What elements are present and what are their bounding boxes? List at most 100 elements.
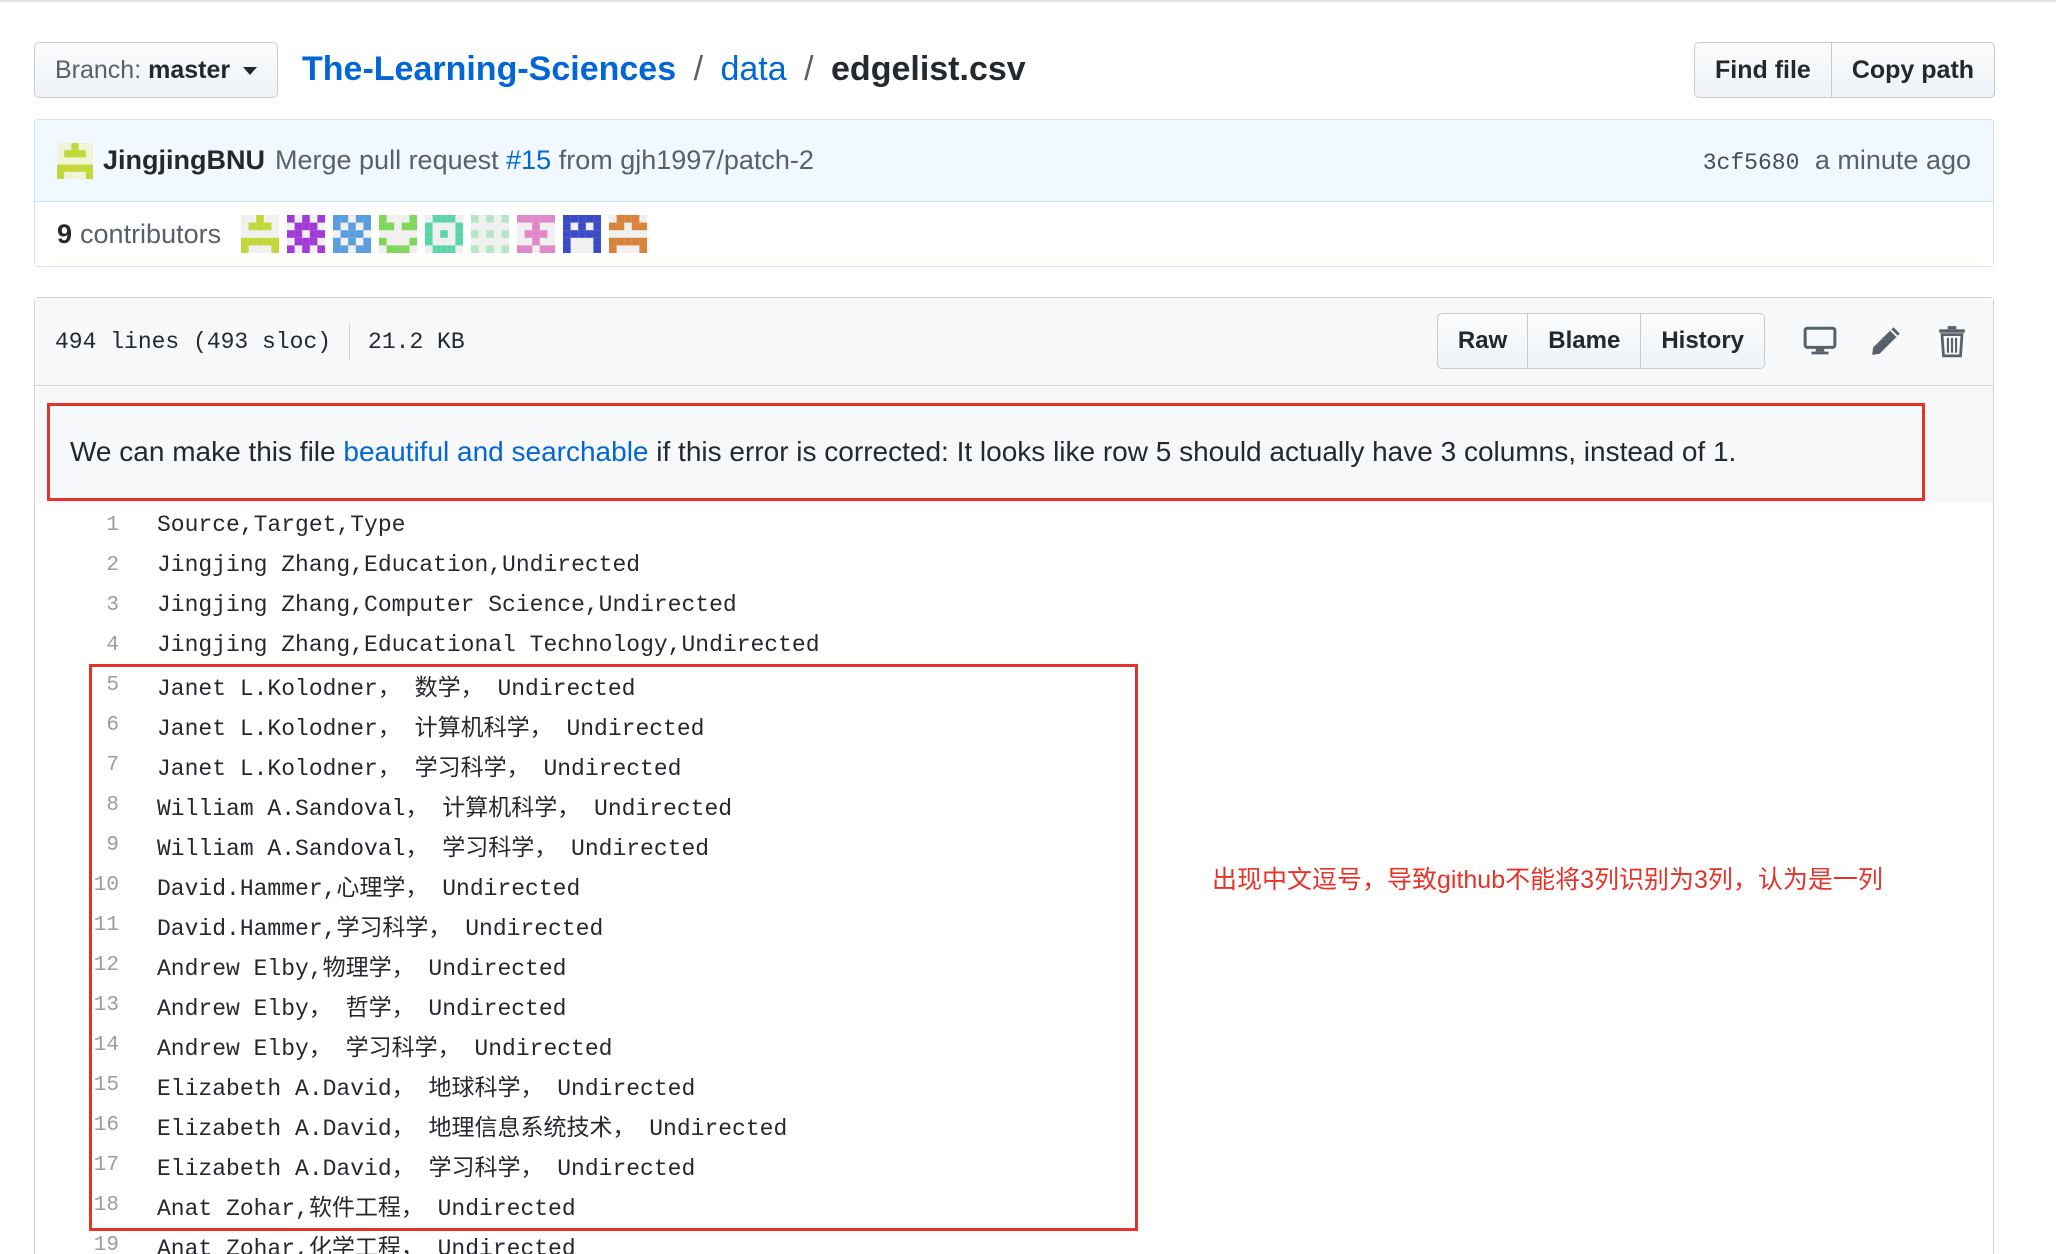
line-content: Elizabeth A.David， 学习科学， Undirected [157, 1156, 696, 1182]
code-line: 7 Janet L.Kolodner， 学习科学， Undirected [35, 745, 1993, 785]
line-number[interactable]: 3 [35, 594, 119, 617]
contributor-avatar-icon[interactable] [563, 215, 602, 253]
branch-name: master [148, 56, 231, 84]
line-number[interactable]: 17 [35, 1154, 119, 1177]
line-content: Elizabeth A.David， 地理信息系统技术， Undirected [157, 1116, 788, 1142]
error-suffix: if this error is corrected: It looks lik… [656, 436, 1737, 467]
line-content: Janet L.Kolodner， 学习科学， Undirected [157, 756, 682, 782]
line-content: Andrew Elby， 学习科学， Undirected [157, 1036, 613, 1062]
delete-file-button[interactable] [1919, 313, 1985, 369]
copy-path-button[interactable]: Copy path [1831, 42, 1996, 98]
contributors-label[interactable]: contributors [80, 219, 221, 250]
line-content: Janet L.Kolodner， 计算机科学， Undirected [157, 716, 705, 742]
contributor-avatar-icon[interactable] [517, 215, 556, 253]
top-border [0, 0, 2056, 2]
code-line: 15 Elizabeth A.David， 地球科学， Undirected [35, 1065, 1993, 1105]
line-number[interactable]: 7 [35, 754, 119, 777]
pencil-icon [1872, 327, 1900, 355]
line-number[interactable]: 15 [35, 1074, 119, 1097]
line-number[interactable]: 1 [35, 514, 119, 537]
contributor-avatar-icon[interactable] [425, 215, 464, 253]
line-content: Jingjing Zhang,Computer Science,Undirect… [157, 592, 737, 618]
breadcrumb-folder-link[interactable]: data [720, 50, 786, 88]
line-number[interactable]: 11 [35, 914, 119, 937]
code-line: 9 William A.Sandoval， 学习科学， Undirected [35, 825, 1993, 865]
line-number[interactable]: 19 [35, 1234, 119, 1254]
file-header: 494 lines (493 sloc) 21.2 KB Raw Blame Hi… [35, 298, 1993, 386]
line-content: Andrew Elby,物理学， Undirected [157, 956, 567, 982]
breadcrumb-separator: / [804, 50, 814, 88]
pull-request-link[interactable]: #15 [506, 145, 551, 175]
code-line: 5 Janet L.Kolodner， 数学， Undirected [35, 665, 1993, 705]
line-content: William A.Sandoval， 计算机科学， Undirected [157, 796, 733, 822]
find-file-button[interactable]: Find file [1694, 42, 1832, 98]
code-line: 13 Andrew Elby， 哲学， Undirected [35, 985, 1993, 1025]
file-actions: Raw Blame History [1436, 313, 1993, 369]
commit-time: a minute ago [1814, 145, 1971, 175]
blame-button[interactable]: Blame [1528, 313, 1642, 369]
code-line: 12 Andrew Elby,物理学， Undirected [35, 945, 1993, 985]
code-line: 16 Elizabeth A.David， 地理信息系统技术， Undirecte… [35, 1105, 1993, 1145]
edit-file-button[interactable] [1853, 313, 1919, 369]
line-content: Jingjing Zhang,Educational Technology,Un… [157, 632, 820, 658]
code-line: 1 Source,Target,Type [35, 505, 1993, 545]
line-number[interactable]: 9 [35, 834, 119, 857]
line-number[interactable]: 5 [35, 674, 119, 697]
desktop-icon [1803, 326, 1837, 355]
contributor-avatar-icon[interactable] [287, 215, 326, 253]
line-number[interactable]: 10 [35, 874, 119, 897]
line-number[interactable]: 2 [35, 554, 119, 577]
contributor-avatar-icon[interactable] [333, 215, 372, 253]
line-content: Andrew Elby， 哲学， Undirected [157, 996, 567, 1022]
caret-down-icon [243, 67, 258, 76]
raw-button[interactable]: Raw [1436, 313, 1529, 369]
contributor-avatar-icon[interactable] [471, 215, 510, 253]
contributor-avatar-icon[interactable] [379, 215, 418, 253]
commit-sha-link[interactable]: 3cf5680 [1703, 150, 1800, 176]
breadcrumb-repo-link[interactable]: The-Learning-Sciences [302, 50, 676, 88]
open-desktop-button[interactable] [1787, 313, 1853, 369]
code-line: 4 Jingjing Zhang,Educational Technology,U… [35, 625, 1993, 665]
line-number[interactable]: 4 [35, 634, 119, 657]
line-content: Anat Zohar,化学工程， Undirected [157, 1236, 576, 1254]
contributor-avatar-icon[interactable] [241, 215, 280, 253]
code-line: 6 Janet L.Kolodner， 计算机科学， Undirected [35, 705, 1993, 745]
code-line: 17 Elizabeth A.David， 学习科学， Undirected [35, 1145, 1993, 1185]
commit-message-suffix: from gjh1997/patch-2 [558, 145, 814, 175]
file-viewer: 494 lines (493 sloc) 21.2 KB Raw Blame Hi… [34, 297, 1994, 1254]
author-avatar-icon[interactable] [57, 142, 93, 179]
file-info: 494 lines (493 sloc) 21.2 KB [55, 298, 465, 386]
branch-label: Branch: [55, 56, 142, 84]
line-content: Source,Target,Type [157, 512, 406, 538]
line-number[interactable]: 18 [35, 1194, 119, 1217]
line-number[interactable]: 12 [35, 954, 119, 977]
file-size: 21.2 KB [368, 329, 465, 355]
code-line: 3 Jingjing Zhang,Computer Science,Undirec… [35, 585, 1993, 625]
commit-author-link[interactable]: JingjingBNU [103, 145, 265, 176]
trash-icon [1939, 326, 1965, 358]
history-button[interactable]: History [1641, 313, 1765, 369]
line-number[interactable]: 8 [35, 794, 119, 817]
csv-error-banner: We can make this file beautiful and sear… [35, 387, 1993, 503]
contributors-row: 9 contributors [35, 202, 1993, 266]
csv-error-message: We can make this file beautiful and sear… [47, 403, 1925, 501]
beautiful-searchable-link[interactable]: beautiful and searchable [343, 436, 648, 467]
file-nav-button-group: Find file Copy path [1694, 42, 1996, 98]
line-content: David.Hammer,心理学， Undirected [157, 876, 581, 902]
line-number[interactable]: 14 [35, 1034, 119, 1057]
line-content: William A.Sandoval， 学习科学， Undirected [157, 836, 710, 862]
commit-meta: 3cf5680 a minute ago [1703, 145, 1971, 176]
breadcrumb: The-Learning-Sciences / data / edgelist.… [302, 46, 1026, 92]
line-number[interactable]: 16 [35, 1114, 119, 1137]
code-line: 14 Andrew Elby， 学习科学， Undirected [35, 1025, 1993, 1065]
annotation-note: 出现中文逗号，导致github不能将3列识别为3列，认为是一列 [1212, 866, 1883, 894]
branch-selector-button[interactable]: Branch: master [34, 42, 278, 98]
line-number[interactable]: 13 [35, 994, 119, 1017]
line-content: Janet L.Kolodner， 数学， Undirected [157, 676, 636, 702]
line-content: David.Hammer,学习科学， Undirected [157, 916, 604, 942]
line-number[interactable]: 6 [35, 714, 119, 737]
commit-summary: JingjingBNU Merge pull request #15 from … [35, 120, 1993, 202]
contributor-avatar-icon[interactable] [609, 215, 648, 253]
contributors-count[interactable]: 9 [57, 219, 72, 250]
code-line: 2 Jingjing Zhang,Education,Undirected [35, 545, 1993, 585]
